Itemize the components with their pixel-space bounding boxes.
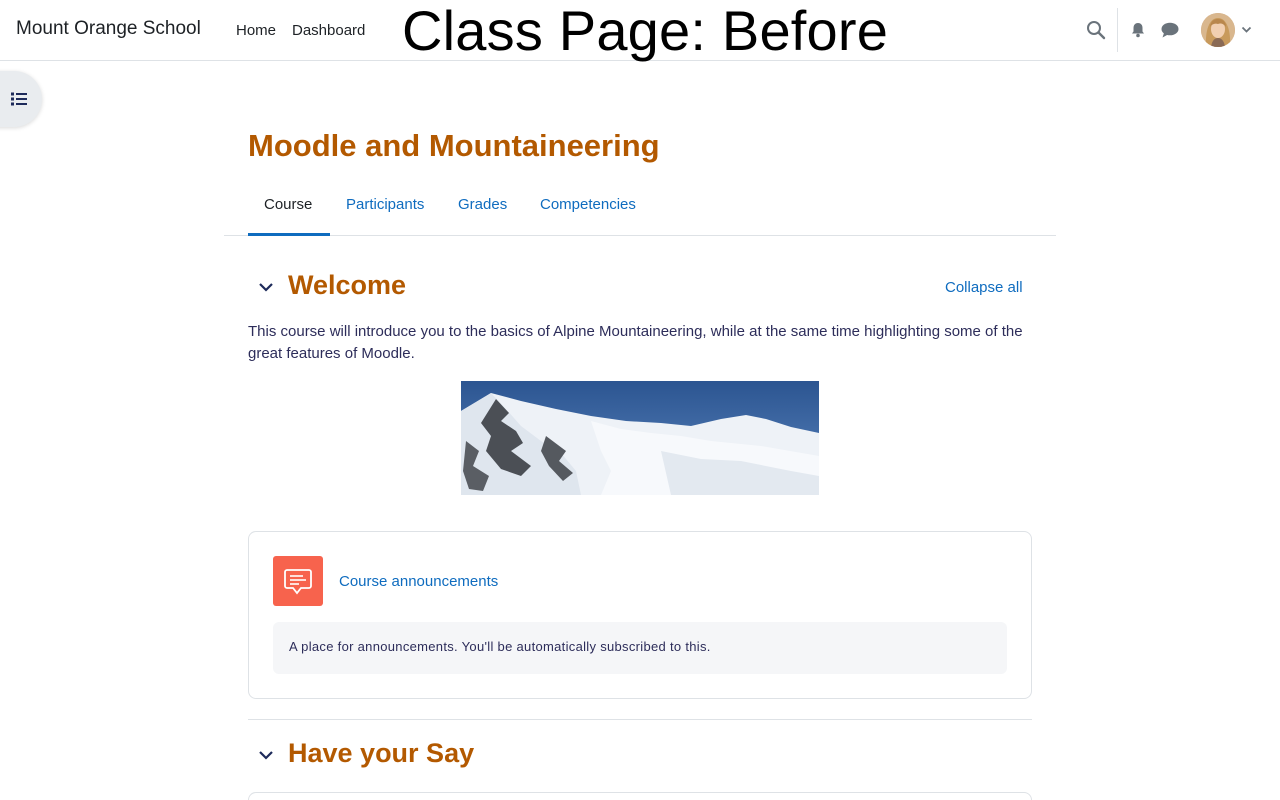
tab-grades[interactable]: Grades [458,196,507,213]
tab-participants[interactable]: Participants [346,196,424,213]
activity-description-text: A place for announcements. You'll be aut… [289,639,711,654]
tab-course[interactable]: Course [264,196,312,213]
activity-link-announcements[interactable]: Course announcements [339,573,498,590]
section-title-welcome[interactable]: Welcome [288,270,406,301]
mountain-image [461,381,819,495]
collapse-all-link[interactable]: Collapse all [945,279,1023,296]
collapse-section-welcome-icon[interactable] [258,282,274,292]
tab-competencies[interactable]: Competencies [540,196,636,213]
section-summary: This course will introduce you to the ba… [248,323,1023,362]
navbar-divider [1117,8,1118,52]
activity-card-announcements: Course announcements A place for announc… [248,531,1032,699]
forum-icon[interactable] [273,556,323,606]
list-icon [11,92,27,106]
section-divider [248,719,1032,720]
top-navbar: Mount Orange School Home Dashboard Class… [0,0,1280,62]
nav-dashboard-link[interactable]: Dashboard [292,22,365,39]
overlay-title: Class Page: Before [402,0,889,62]
active-tab-indicator [248,233,330,236]
search-icon[interactable] [1086,20,1106,40]
site-name[interactable]: Mount Orange School [16,18,201,40]
course-tabs: Course Participants Grades Competencies [224,186,1056,236]
collapse-section-have-your-say-icon[interactable] [258,750,274,760]
course-title: Moodle and Mountaineering [248,128,660,163]
activity-description: A place for announcements. You'll be aut… [273,622,1007,674]
activity-card-next [248,792,1032,800]
chevron-down-icon[interactable] [1241,26,1252,34]
bell-icon[interactable] [1130,22,1146,38]
chat-icon[interactable] [1161,22,1179,38]
section-title-have-your-say[interactable]: Have your Say [288,738,474,769]
course-index-toggle[interactable] [0,71,42,127]
nav-home-link[interactable]: Home [236,22,276,39]
user-avatar[interactable] [1201,13,1235,47]
